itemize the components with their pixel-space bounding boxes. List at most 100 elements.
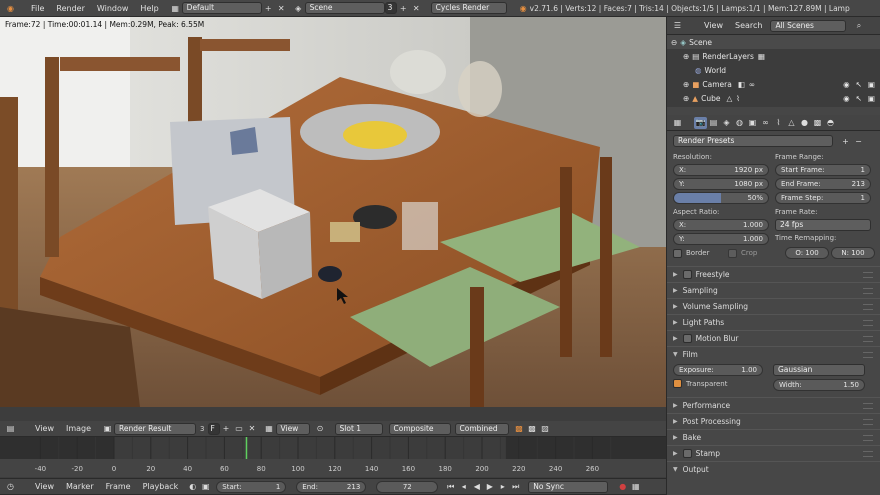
drag-grip-icon[interactable] <box>863 271 873 278</box>
aspect-x-field[interactable]: X: 1.000 <box>673 219 769 231</box>
timeline-menu-view[interactable]: View <box>29 482 60 491</box>
filter-width-field[interactable]: Width: 1.50 <box>773 379 865 391</box>
scene-tab-icon[interactable]: ◈ <box>720 117 733 129</box>
menu-file[interactable]: File <box>25 4 50 13</box>
jump-keyframe-forward-icon[interactable]: ▸ <box>496 481 509 493</box>
drag-grip-icon[interactable] <box>863 303 873 310</box>
timeline-ruler[interactable]: -40 -20 0 20 40 60 80 100 120 140 160 180 200 220 240 2… <box>0 437 666 477</box>
remove-layout-icon[interactable]: ✕ <box>275 2 288 14</box>
panel-stamp[interactable]: ▶ Stamp <box>667 445 880 461</box>
current-frame-field[interactable]: 72 <box>376 480 439 493</box>
panel-freestyle[interactable]: ▶ Freestyle <box>667 266 880 282</box>
remap-new-field[interactable]: N: 100 <box>831 247 875 259</box>
drag-grip-icon[interactable] <box>863 335 873 342</box>
exposure-field[interactable]: Exposure: 1.00 <box>673 364 763 376</box>
outliner-row-camera[interactable]: ⊕ ■ Camera ◧ ∞ ◉ ↖ ▣ <box>667 77 880 91</box>
render-engine-select[interactable]: Cycles Render <box>430 2 507 14</box>
selectable-arrow-icon[interactable]: ↖ <box>856 94 862 103</box>
menu-render[interactable]: Render <box>50 4 90 13</box>
timeline-menu-frame[interactable]: Frame <box>100 482 137 491</box>
visibility-eye-icon[interactable]: ◉ <box>843 94 850 103</box>
timeline-editor-type-icon[interactable]: ◷ <box>4 481 17 493</box>
image-name-field[interactable]: Render Result <box>114 422 197 435</box>
outliner-row-renderlayers[interactable]: ⊕ ▤ RenderLayers ▦ <box>667 49 880 63</box>
freestyle-checkbox[interactable] <box>682 270 692 279</box>
image-menu-view[interactable]: View <box>29 424 60 433</box>
remap-old-field[interactable]: O: 100 <box>785 247 829 259</box>
drag-grip-icon[interactable] <box>863 418 873 425</box>
play-icon[interactable]: ▶ <box>483 481 496 493</box>
remove-preset-icon[interactable]: − <box>852 135 865 147</box>
scene-icon[interactable]: ◈ <box>292 2 305 14</box>
expand-toggle-icon[interactable]: ⊕ <box>683 52 689 61</box>
drag-grip-icon[interactable] <box>863 450 873 457</box>
start-frame-field[interactable]: Start Frame: 1 <box>775 164 871 176</box>
outliner-filter-select[interactable]: All Scenes <box>770 19 847 32</box>
panel-volume-sampling[interactable]: ▶ Volume Sampling <box>667 298 880 314</box>
outliner-row-scene[interactable]: ⊖ ◈ Scene <box>667 35 880 49</box>
pixel-filter-select[interactable]: Gaussian <box>773 364 865 376</box>
transparent-checkbox[interactable] <box>673 379 682 388</box>
selectable-arrow-icon[interactable]: ↖ <box>856 80 862 89</box>
image-browse-icon[interactable]: ▣ <box>101 423 114 435</box>
open-image-icon[interactable]: ▭ <box>233 423 246 435</box>
screen-layout-field[interactable]: Default <box>181 2 262 14</box>
render-layer-mode-select[interactable]: Combined <box>454 422 509 435</box>
visibility-eye-icon[interactable]: ◉ <box>843 80 850 89</box>
panel-bake[interactable]: ▶ Bake <box>667 429 880 445</box>
drag-grip-icon[interactable] <box>863 434 873 441</box>
panel-film[interactable]: ▼ Film <box>667 346 880 362</box>
scene-field[interactable]: Scene <box>304 2 385 14</box>
outliner-row-cube[interactable]: ⊕ ▲ Cube △ ⌇ ◉ ↖ ▣ <box>667 91 880 105</box>
timeline-end-field[interactable]: End: 213 <box>296 480 367 493</box>
view-mode-icon[interactable]: ▦ <box>263 423 276 435</box>
menu-help[interactable]: Help <box>134 4 164 13</box>
render-pass-select[interactable]: Composite <box>388 422 451 435</box>
drag-grip-icon[interactable] <box>863 287 873 294</box>
sync-mode-select[interactable]: No Sync <box>528 480 609 493</box>
texture-tab-icon[interactable]: ▩ <box>811 117 824 129</box>
expand-toggle-icon[interactable]: ⊕ <box>683 80 689 89</box>
panel-motion-blur[interactable]: ▶ Motion Blur <box>667 330 880 346</box>
add-preset-icon[interactable]: + <box>839 135 852 147</box>
play-reverse-icon[interactable]: ◀ <box>470 481 483 493</box>
border-checkbox[interactable] <box>673 248 682 258</box>
alpha-icon[interactable]: ▩ <box>526 423 539 435</box>
unlink-image-icon[interactable]: ✕ <box>246 423 259 435</box>
modifiers-tab-icon[interactable]: ⌇ <box>772 117 785 129</box>
frame-step-field[interactable]: Frame Step: 1 <box>775 192 871 204</box>
data-tab-icon[interactable]: △ <box>785 117 798 129</box>
preview-range-icon[interactable]: ◐ <box>186 481 199 493</box>
menu-window[interactable]: Window <box>91 4 135 13</box>
drag-grip-icon[interactable] <box>863 402 873 409</box>
timeline-menu-marker[interactable]: Marker <box>60 482 100 491</box>
editor-type-icon[interactable]: ▤ <box>4 423 17 435</box>
pivot-icon[interactable]: ⊙ <box>314 423 327 435</box>
expand-toggle-icon[interactable]: ⊖ <box>671 38 677 47</box>
outliner-menu-view[interactable]: View <box>698 21 729 30</box>
panel-light-paths[interactable]: ▶ Light Paths <box>667 314 880 330</box>
constraints-tab-icon[interactable]: ∞ <box>759 117 772 129</box>
frame-rate-select[interactable]: 24 fps <box>775 219 871 231</box>
renderable-camera-icon[interactable]: ▣ <box>868 94 875 103</box>
expand-toggle-icon[interactable]: ⊕ <box>683 94 689 103</box>
timeline-menu-playback[interactable]: Playback <box>137 482 185 491</box>
resolution-percentage-slider[interactable]: 50% <box>673 192 769 204</box>
drag-grip-icon[interactable] <box>863 319 873 326</box>
view-mode-select[interactable]: View <box>275 422 310 435</box>
world-tab-icon[interactable]: ◍ <box>733 117 746 129</box>
render-result-viewport[interactable]: Frame:72 | Time:00:01.14 | Mem:0.29M, Pe… <box>0 17 666 407</box>
jump-start-icon[interactable]: ⏮ <box>444 481 457 493</box>
z-buffer-icon[interactable]: ▨ <box>539 423 552 435</box>
motion-blur-checkbox[interactable] <box>682 334 692 343</box>
blender-logo-icon[interactable]: ◉ <box>4 2 17 14</box>
outliner-row-world[interactable]: ◍ World <box>667 63 880 77</box>
outliner-editor-type-icon[interactable]: ☰ <box>671 20 684 32</box>
panel-sampling[interactable]: ▶ Sampling <box>667 282 880 298</box>
render-layers-tab-icon[interactable]: ▤ <box>707 117 720 129</box>
jump-keyframe-back-icon[interactable]: ◂ <box>457 481 470 493</box>
image-menu-image[interactable]: Image <box>60 424 97 433</box>
render-tab-icon[interactable]: 📷 <box>694 116 707 129</box>
object-tab-icon[interactable]: ▣ <box>746 117 759 129</box>
resolution-x-field[interactable]: X: 1920 px <box>673 164 769 176</box>
